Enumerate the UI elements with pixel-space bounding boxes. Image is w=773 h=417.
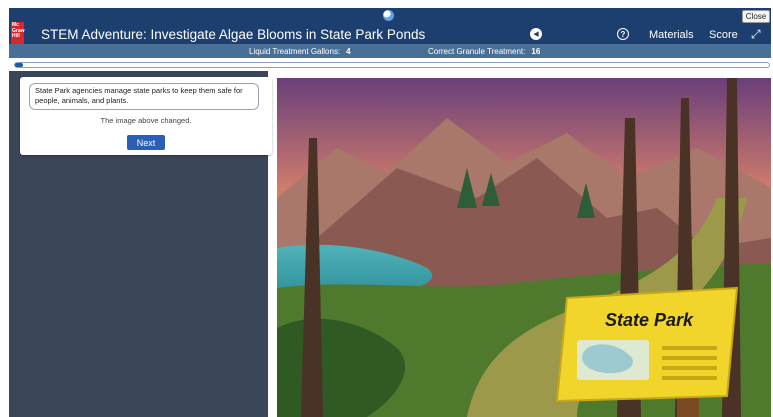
message-card: State Park agencies manage state parks t… [20,77,272,155]
sign-title: State Park [605,310,694,330]
liquid-treatment-label: Liquid Treatment Gallons: [249,47,341,56]
header-bar: Mc Graw Hill STEM Adventure: Investigate… [9,8,771,44]
granule-treatment-label: Correct Granule Treatment: [428,47,526,56]
progress-fill [15,63,23,67]
audio-icon[interactable]: ◀ [530,28,542,40]
close-button[interactable]: Close [742,10,770,23]
image-changed-note: The image above changed. [100,116,192,125]
app-frame: Mc Graw Hill STEM Adventure: Investigate… [9,8,771,417]
expand-icon[interactable]: ⤢ [751,27,761,42]
granule-treatment-value: 16 [531,47,541,56]
left-panel: State Park agencies manage state parks t… [9,71,272,417]
score-button[interactable]: Score [709,29,738,41]
mcgraw-hill-logo: Mc Graw Hill [11,22,25,44]
granule-treatment-status: Correct Granule Treatment: 16 [428,47,540,56]
app-title: STEM Adventure: Investigate Algae Blooms… [41,27,426,42]
help-icon[interactable]: ? [617,28,629,40]
state-park-scene: State Park [277,78,771,417]
materials-button[interactable]: Materials [649,29,694,41]
scene-illustration: State Park [277,78,771,417]
progress-bar [14,62,770,68]
liquid-treatment-status: Liquid Treatment Gallons: 4 [249,47,351,56]
globe-icon [383,10,394,21]
message-text: State Park agencies manage state parks t… [29,83,259,110]
liquid-treatment-value: 4 [346,47,351,56]
next-button[interactable]: Next [127,135,165,150]
status-bar: Liquid Treatment Gallons: 4 Correct Granu… [9,44,771,58]
